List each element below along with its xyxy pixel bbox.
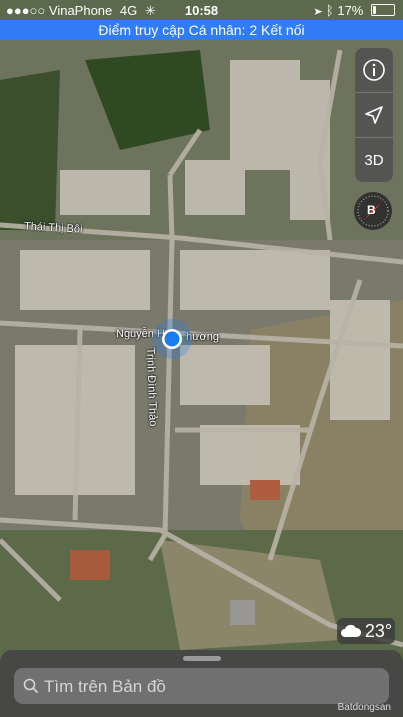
- battery-fill: [373, 6, 377, 14]
- status-right: ➤ ᛒ 17%: [314, 3, 395, 18]
- location-arrow-icon: [365, 106, 383, 124]
- location-services-icon: ➤: [314, 3, 323, 18]
- battery-icon: [371, 4, 395, 16]
- sheet-grabber[interactable]: [183, 656, 221, 661]
- bluetooth-icon: ᛒ: [325, 3, 334, 18]
- current-location-dot[interactable]: [150, 317, 194, 361]
- compass-button[interactable]: B: [354, 192, 392, 230]
- search-placeholder: Tìm trên Bản đồ: [44, 677, 166, 696]
- search-field[interactable]: Tìm trên Bản đồ: [14, 668, 389, 704]
- hotspot-banner[interactable]: Điểm truy cập Cá nhân: 2 Kết nối: [0, 20, 403, 40]
- current-location-button[interactable]: [355, 93, 393, 138]
- info-icon: [363, 59, 385, 81]
- status-bar: ●●●○○ VinaPhone 4G ✳ 10:58 ➤ ᛒ 17%: [0, 0, 403, 20]
- weather-badge: 23°: [337, 618, 395, 644]
- cloud-icon: [340, 624, 361, 637]
- map-control-panel: 3D: [355, 48, 393, 182]
- battery-percent: 17%: [337, 3, 364, 18]
- watermark: Batdongsan: [337, 702, 391, 713]
- info-button[interactable]: [355, 48, 393, 93]
- search-icon: [23, 678, 39, 694]
- compass-label: B: [367, 203, 376, 217]
- temperature: 23°: [364, 620, 393, 641]
- satellite-map[interactable]: [0, 0, 403, 717]
- 3d-view-button[interactable]: 3D: [355, 138, 393, 182]
